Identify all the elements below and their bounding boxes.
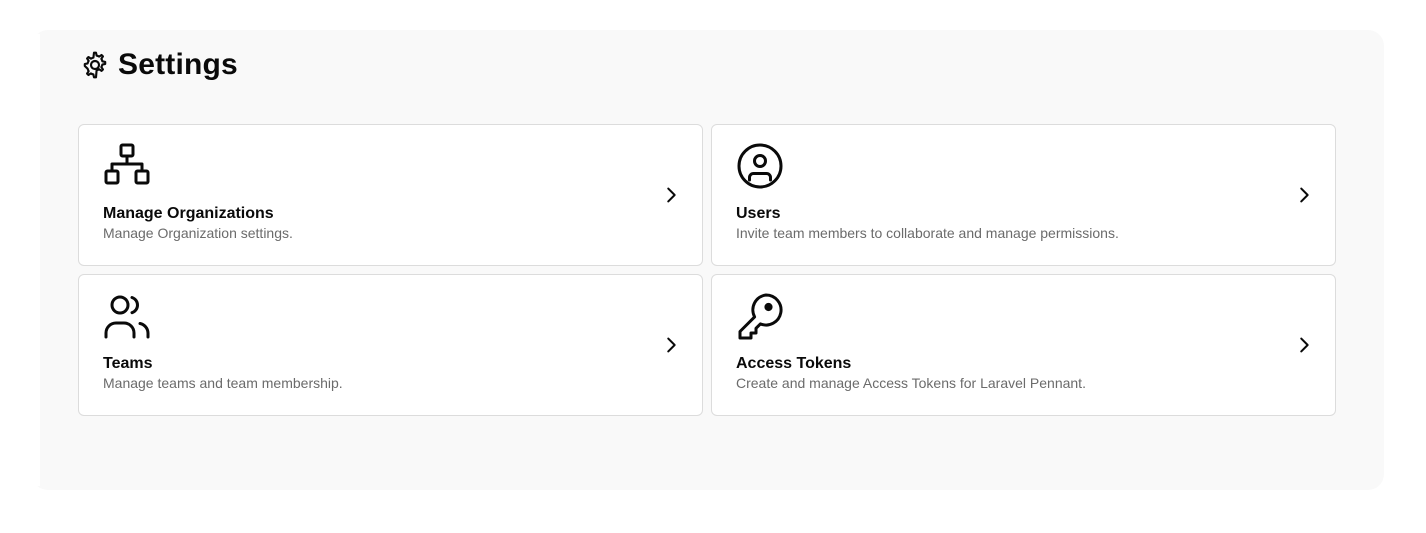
card-title: Teams bbox=[103, 355, 153, 372]
user-circle-icon bbox=[737, 143, 783, 189]
page-header: Settings bbox=[78, 48, 238, 82]
settings-card-grid: Manage Organizations Manage Organization… bbox=[78, 124, 1336, 416]
page-title: Settings bbox=[118, 48, 238, 81]
manage-organizations-card[interactable]: Manage Organizations Manage Organization… bbox=[78, 124, 703, 266]
chevron-right-icon bbox=[667, 337, 676, 353]
gear-icon bbox=[83, 51, 107, 79]
chevron-right-icon bbox=[1300, 337, 1309, 353]
org-chart-icon bbox=[104, 143, 150, 185]
users-icon bbox=[104, 295, 150, 339]
access-tokens-card[interactable]: Access Tokens Create and manage Access T… bbox=[711, 274, 1336, 416]
settings-panel: Settings Manage Organizations Manage Org… bbox=[32, 30, 1384, 490]
card-title: Users bbox=[736, 205, 781, 222]
chevron-right-icon bbox=[1300, 187, 1309, 203]
users-card[interactable]: Users Invite team members to collaborate… bbox=[711, 124, 1336, 266]
key-icon bbox=[738, 293, 783, 340]
card-description: Manage teams and team membership. bbox=[103, 375, 343, 391]
card-title: Access Tokens bbox=[736, 355, 852, 372]
card-description: Create and manage Access Tokens for Lara… bbox=[736, 375, 1086, 391]
chevron-right-icon bbox=[667, 187, 676, 203]
card-description: Invite team members to collaborate and m… bbox=[736, 225, 1119, 241]
teams-card[interactable]: Teams Manage teams and team membership. bbox=[78, 274, 703, 416]
card-description: Manage Organization settings. bbox=[103, 225, 293, 241]
card-title: Manage Organizations bbox=[103, 205, 274, 222]
